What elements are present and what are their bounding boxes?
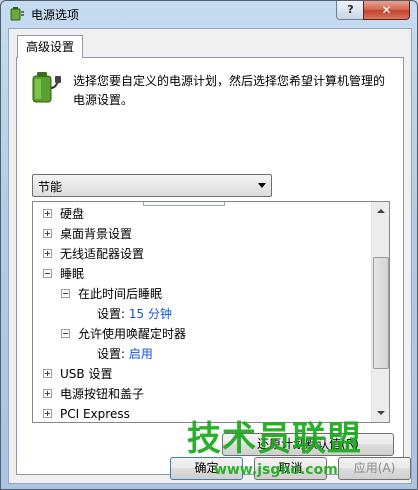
scroll-down-arrow-icon[interactable] — [372, 405, 389, 422]
dialog-body: 高级设置 选择您要自定义的电源计划，然后选择您希望计算机管理的电源设置。 节能 … — [8, 28, 412, 484]
setting-value-link[interactable]: 启用 — [129, 347, 153, 361]
tree-item-label: PCI Express — [60, 407, 130, 421]
tree-item-label: 桌面背景设置 — [60, 227, 133, 241]
tree-item-pci-express[interactable]: PCI Express — [43, 404, 130, 422]
title-bar[interactable]: 电源选项 ? ✕ — [1, 1, 417, 27]
tab-advanced-settings[interactable]: 高级设置 — [17, 35, 83, 58]
tree-item-label: 硬盘 — [60, 207, 85, 221]
tree-item-wireless-adapter[interactable]: 无线适配器设置 — [43, 244, 144, 264]
collapse-minus-icon[interactable] — [61, 289, 70, 298]
setting-wake-timers-value[interactable]: 设置: 启用 — [97, 344, 153, 364]
battery-plug-icon — [32, 72, 62, 103]
scroll-up-arrow-icon[interactable] — [372, 202, 389, 219]
power-options-icon — [10, 7, 24, 21]
apply-button[interactable]: 应用(A) — [338, 457, 411, 480]
setting-label: 设置: — [97, 347, 126, 361]
expand-plus-icon[interactable] — [43, 249, 52, 258]
tree-item-usb-settings[interactable]: USB 设置 — [43, 364, 112, 384]
setting-value-link[interactable]: 15 分钟 — [129, 307, 172, 321]
description-text: 选择您要自定义的电源计划，然后选择您希望计算机管理的电源设置。 — [73, 74, 386, 107]
tree-item-label: 无线适配器设置 — [60, 247, 145, 261]
watermark-url: www.jsgho.com — [214, 462, 338, 478]
help-button[interactable]: ? — [336, 1, 365, 20]
tree-item-label: USB 设置 — [60, 367, 113, 381]
selection-outline — [143, 202, 225, 206]
power-plan-value: 节能 — [38, 180, 63, 194]
close-button[interactable]: ✕ — [363, 1, 410, 20]
scrollbar-thumb[interactable] — [373, 257, 389, 369]
setting-sleep-after-value[interactable]: 设置: 15 分钟 — [97, 304, 172, 324]
tree-item-label: 睡眠 — [60, 267, 85, 281]
setting-label: 设置: — [97, 307, 126, 321]
expand-plus-icon[interactable] — [43, 409, 52, 418]
collapse-minus-icon[interactable] — [61, 329, 70, 338]
tree-item-desktop-background[interactable]: 桌面背景设置 — [43, 224, 132, 244]
vertical-scrollbar[interactable] — [371, 202, 389, 422]
tree-item-wake-timers[interactable]: 允许使用唤醒定时器 — [61, 324, 186, 344]
chevron-down-icon — [258, 183, 266, 188]
expand-plus-icon[interactable] — [43, 369, 52, 378]
power-plan-select[interactable]: 节能 — [32, 174, 272, 197]
expand-plus-icon[interactable] — [43, 389, 52, 398]
expand-plus-icon[interactable] — [43, 209, 52, 218]
tree-item-power-buttons-lid[interactable]: 电源按钮和盖子 — [43, 384, 144, 404]
tree-item-hard-disk[interactable]: 硬盘 — [43, 204, 84, 224]
settings-tree[interactable]: 硬盘 桌面背景设置 无线适配器设置 睡眠 在此时间后睡眠 设置: 15 分钟 允… — [32, 201, 390, 423]
advanced-settings-page: 选择您要自定义的电源计划，然后选择您希望计算机管理的电源设置。 节能 硬盘 桌面… — [16, 57, 404, 475]
tree-item-label: 在此时间后睡眠 — [78, 287, 163, 301]
tree-item-label: 允许使用唤醒定时器 — [78, 327, 187, 341]
collapse-minus-icon[interactable] — [43, 269, 52, 278]
tree-item-label: 电源按钮和盖子 — [60, 387, 145, 401]
window-title: 电源选项 — [31, 8, 80, 22]
power-options-window: 电源选项 ? ✕ 高级设置 选择您要自定义的电源计划，然后选择您希望计算机管理的… — [0, 0, 418, 490]
expand-plus-icon[interactable] — [43, 229, 52, 238]
tree-item-sleep[interactable]: 睡眠 — [43, 264, 84, 284]
watermark-logo-text: 技术员联盟 — [187, 419, 362, 459]
tree-item-sleep-after[interactable]: 在此时间后睡眠 — [61, 284, 162, 304]
